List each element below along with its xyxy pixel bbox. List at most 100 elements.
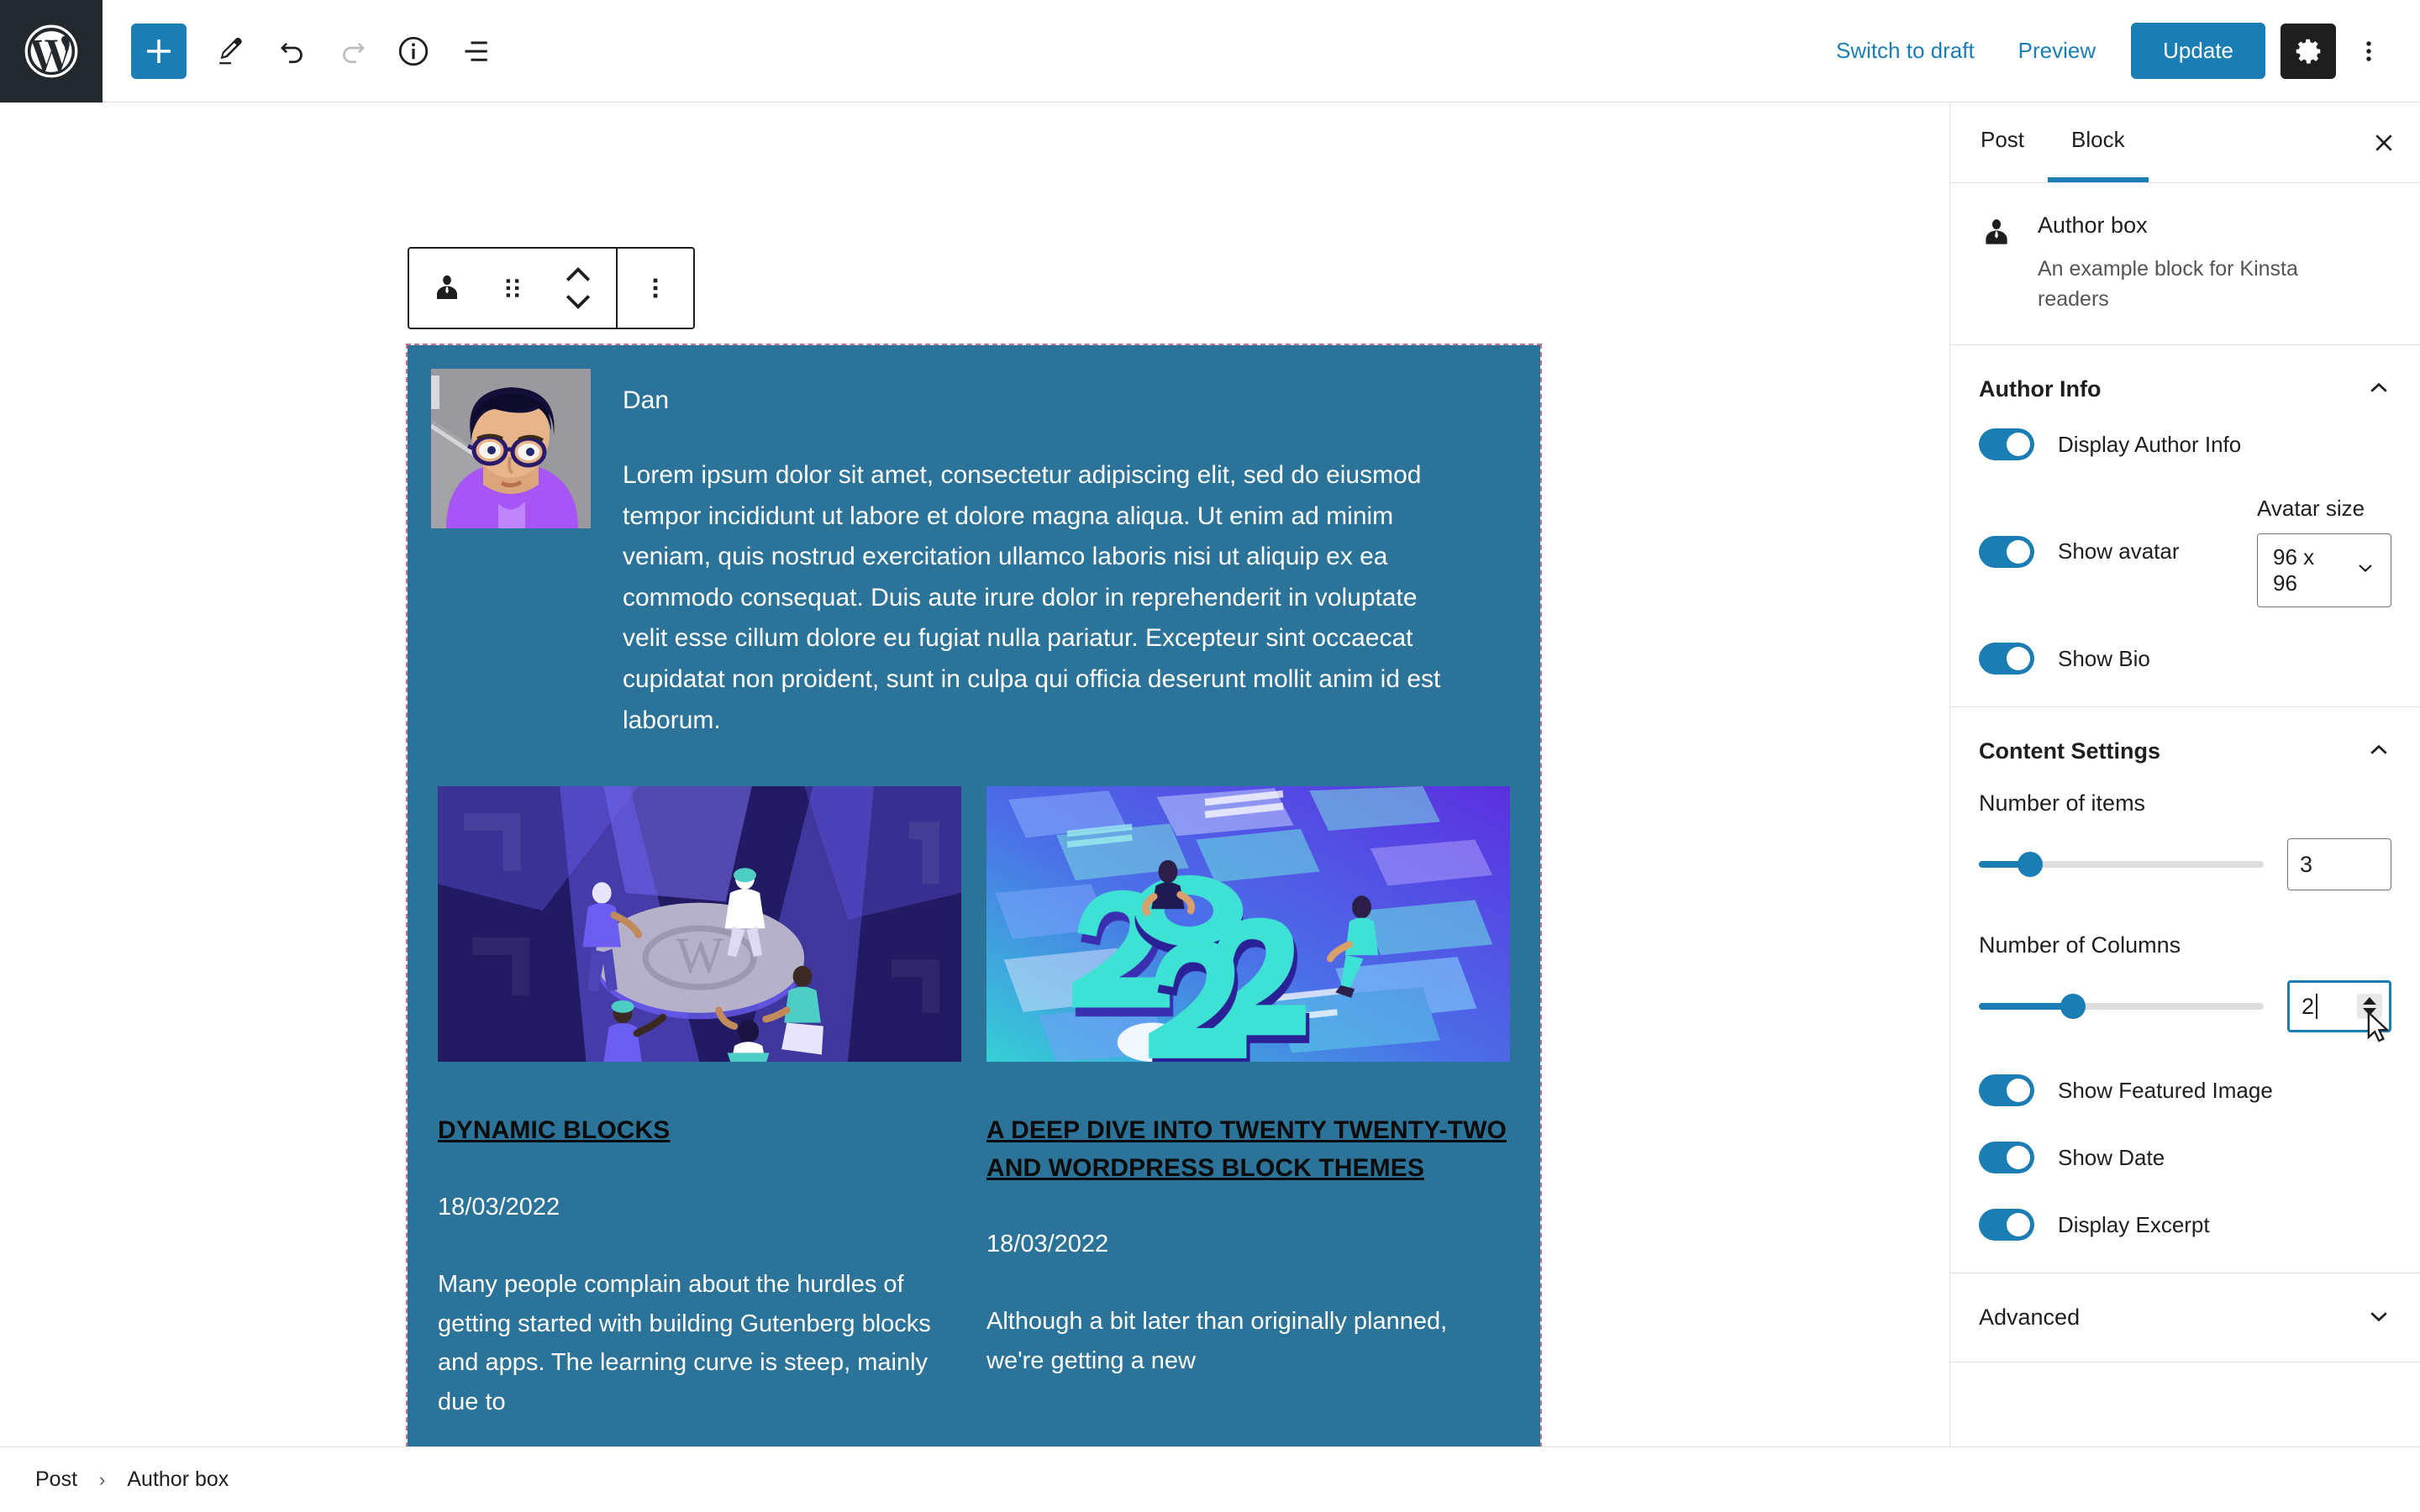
toggle-display-excerpt[interactable] — [1979, 1209, 2034, 1242]
chevron-up-icon — [2366, 738, 2391, 765]
chevron-up-icon — [2366, 375, 2391, 403]
toggle-row-show-date: Show Date — [1979, 1142, 2391, 1174]
move-block-buttons[interactable] — [545, 249, 611, 328]
block-toolbar-main-group — [409, 249, 616, 328]
number-of-items-input[interactable]: 3 — [2287, 838, 2391, 891]
block-card-text: Author box An example block for Kinsta r… — [2038, 212, 2365, 314]
toggle-label: Show Featured Image — [2058, 1077, 2273, 1103]
breadcrumb-item-post[interactable]: Post — [35, 1467, 77, 1492]
author-box-icon[interactable] — [414, 249, 480, 328]
avatar-size-label: Avatar size — [2257, 496, 2365, 522]
toggle-label: Show Bio — [2058, 645, 2150, 671]
toggle-label: Display Excerpt — [2058, 1211, 2210, 1237]
toggle-row-show-avatar: Show avatar Avatar size 96 x 96 — [1979, 496, 2391, 608]
tab-post[interactable]: Post — [1957, 102, 2048, 182]
avatar-size-control: Avatar size 96 x 96 — [2257, 496, 2391, 608]
post-date: 18/03/2022 — [438, 1193, 560, 1221]
top-bar-tools — [103, 21, 504, 81]
author-bio: Lorem ipsum dolor sit amet, consectetur … — [623, 461, 1441, 734]
undo-button[interactable] — [262, 21, 323, 81]
toggle-row-display-author-info: Display Author Info — [1979, 428, 2391, 461]
wordpress-block-editor: Switch to draft Preview Update Dan Lorem… — [0, 0, 2420, 1512]
avatar-size-select[interactable]: 96 x 96 — [2257, 533, 2391, 608]
chevron-down-icon — [2355, 558, 2375, 584]
switch-to-draft-button[interactable]: Switch to draft — [1814, 24, 1996, 77]
sidebar-tabs: Post Block — [1950, 102, 2420, 183]
toggle-row-show-bio: Show Bio — [1979, 643, 2391, 675]
editor-body: Dan Lorem ipsum dolor sit amet, consecte… — [0, 102, 2420, 1446]
block-toolbar — [408, 247, 695, 329]
toggle-row-show-featured-image: Show Featured Image — [1979, 1074, 2391, 1107]
section-author-info-header[interactable]: Author Info — [1979, 345, 2391, 428]
settings-sidebar: Post Block Author box An example block f… — [1949, 102, 2420, 1446]
number-of-columns-control: 2 — [1979, 980, 2391, 1042]
wordpress-logo-icon[interactable] — [0, 0, 103, 102]
sidebar-content: Author box An example block for Kinsta r… — [1950, 183, 2420, 1446]
more-options-button[interactable] — [2343, 24, 2395, 79]
settings-gear-button[interactable] — [2281, 23, 2336, 79]
toggle-label: Show avatar — [2058, 538, 2180, 564]
drag-handle-icon[interactable] — [480, 249, 545, 328]
redo-button[interactable] — [323, 21, 383, 81]
number-of-columns-slider[interactable] — [1979, 994, 2264, 1020]
block-card: Author box An example block for Kinsta r… — [1950, 183, 2420, 346]
number-of-columns-value: 2 — [2302, 993, 2315, 1019]
svg-text:W: W — [676, 928, 723, 985]
avatar-size-value: 96 x 96 — [2273, 544, 2315, 596]
block-options-kebab-icon[interactable] — [623, 249, 688, 328]
number-stepper[interactable] — [2357, 994, 2382, 1020]
section-advanced-header[interactable]: Advanced — [1979, 1273, 2391, 1362]
block-card-title: Author box — [2038, 213, 2148, 238]
author-box-block-wrapper: Dan Lorem ipsum dolor sit amet, consecte… — [406, 344, 1542, 1446]
stepper-up-icon — [2363, 997, 2376, 1005]
post-title-link[interactable]: A deep dive into Twenty Twenty-Two and W… — [986, 1112, 1510, 1187]
number-of-items-slider[interactable] — [1979, 852, 2264, 878]
toggle-display-author-info[interactable] — [1979, 428, 2034, 461]
section-title: Author Info — [1979, 376, 2102, 402]
block-card-description: An example block for Kinsta readers — [2038, 256, 2298, 311]
section-title: Advanced — [1979, 1305, 2081, 1331]
stepper-down-icon — [2363, 1008, 2376, 1016]
top-bar-actions: Switch to draft Preview Update — [1814, 23, 2420, 79]
toggle-show-date[interactable] — [1979, 1142, 2034, 1174]
details-button[interactable] — [383, 21, 444, 81]
post-title-link[interactable]: Dynamic Blocks — [438, 1112, 961, 1149]
number-of-items-value: 3 — [2300, 851, 2313, 877]
post-featured-image[interactable] — [986, 786, 1510, 1063]
number-of-columns-input[interactable]: 2 — [2287, 980, 2391, 1042]
toggle-row-display-excerpt: Display Excerpt — [1979, 1209, 2391, 1242]
author-box-block[interactable]: Dan Lorem ipsum dolor sit amet, consecte… — [406, 344, 1542, 1446]
breadcrumb: Post › Author box — [0, 1446, 2420, 1512]
add-block-button[interactable] — [131, 23, 187, 79]
post-featured-image[interactable]: W — [438, 786, 961, 1063]
breadcrumb-item-author-box[interactable]: Author box — [127, 1467, 229, 1492]
edit-tool-button[interactable] — [202, 21, 262, 81]
number-of-columns-label: Number of Columns — [1979, 932, 2181, 958]
editor-top-bar: Switch to draft Preview Update — [0, 0, 2420, 102]
author-avatar — [431, 369, 591, 528]
update-button[interactable]: Update — [2131, 23, 2265, 79]
section-title: Content Settings — [1979, 738, 2160, 764]
tab-block[interactable]: Block — [2048, 102, 2149, 182]
post-excerpt: Many people complain about the hurdles o… — [438, 1270, 931, 1416]
preview-button[interactable]: Preview — [1996, 24, 2118, 77]
list-view-button[interactable] — [444, 21, 504, 81]
block-toolbar-more-group — [618, 249, 693, 328]
close-icon[interactable] — [2354, 102, 2413, 182]
author-name: Dan — [623, 386, 670, 414]
number-of-items-control: 3 — [1979, 838, 2391, 891]
posts-grid: W DYNAMIC BLOCKS 18/03/2022 Many people … — [431, 786, 1517, 1422]
chevron-down-icon — [2366, 1304, 2391, 1331]
editor-canvas[interactable]: Dan Lorem ipsum dolor sit amet, consecte… — [0, 102, 1949, 1446]
post-item: W DYNAMIC BLOCKS 18/03/2022 Many people … — [438, 786, 961, 1422]
toggle-show-featured-image[interactable] — [1979, 1074, 2034, 1107]
toggle-show-avatar[interactable] — [1979, 535, 2034, 568]
author-box-icon — [1979, 212, 2018, 314]
section-advanced: Advanced — [1950, 1273, 2420, 1363]
section-content-settings-header[interactable]: Content Settings — [1979, 707, 2391, 790]
breadcrumb-separator: › — [99, 1468, 106, 1490]
number-of-items-label: Number of items — [1979, 790, 2146, 816]
section-content-settings: Content Settings Number of items 3 Numbe… — [1950, 707, 2420, 1274]
post-excerpt: Although a bit later than originally pla… — [986, 1307, 1448, 1374]
toggle-show-bio[interactable] — [1979, 643, 2034, 675]
